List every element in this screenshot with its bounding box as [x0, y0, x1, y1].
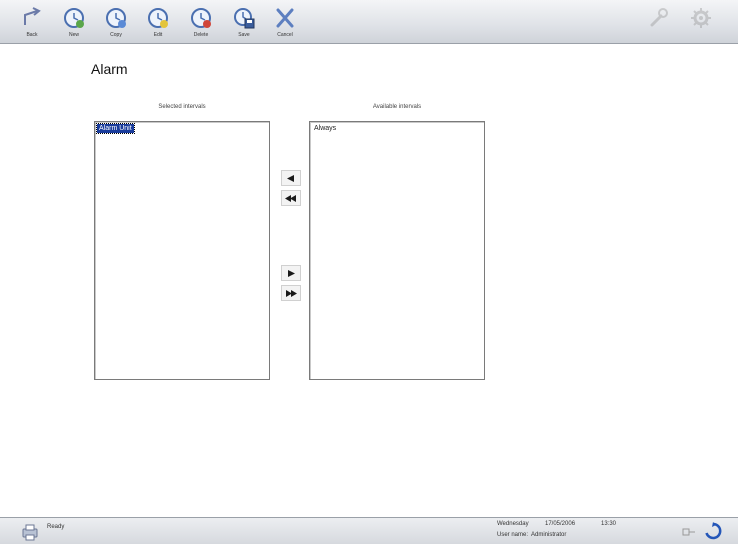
selected-list-caption: Selected intervals — [158, 104, 206, 110]
list-item[interactable]: Always — [312, 124, 338, 133]
delete-label: Delete — [193, 32, 209, 38]
arrow-right-icon — [288, 269, 295, 277]
toolbar: Back New Copy Edit Delete Save Cancel — [0, 0, 738, 44]
edit-label: Edit — [153, 32, 163, 38]
connection-icon — [682, 528, 695, 536]
double-arrow-right-icon — [286, 289, 297, 297]
tools-button[interactable] — [640, 2, 676, 42]
user-name-value: Administrator — [531, 532, 567, 538]
status-day: Wednesday — [497, 521, 529, 527]
delete-button[interactable]: Delete — [183, 2, 219, 42]
back-button[interactable]: Back — [14, 2, 50, 42]
copy-button[interactable]: Copy — [98, 2, 134, 42]
cancel-button[interactable]: Cancel — [267, 2, 303, 42]
available-list-caption: Available intervals — [372, 104, 422, 110]
status-bar: Ready Wednesday 17/05/2006 13:30 User na… — [0, 517, 738, 544]
clock-edit-icon — [148, 8, 168, 28]
available-intervals-list[interactable]: Always — [309, 121, 485, 380]
new-label: New — [68, 32, 79, 38]
clock-save-icon — [234, 8, 255, 29]
arrow-left-icon — [287, 174, 294, 182]
close-x-icon — [276, 8, 294, 28]
cancel-label: Cancel — [277, 32, 293, 38]
gear-icon — [691, 8, 711, 28]
clock-delete-icon — [191, 8, 211, 28]
wrench-icon — [650, 8, 668, 27]
back-arrow-icon — [24, 7, 41, 25]
clock-new-icon — [64, 8, 84, 28]
refresh-icon[interactable] — [704, 522, 722, 540]
move-left-button[interactable] — [281, 170, 301, 186]
page-title: Alarm — [91, 61, 128, 77]
printer-icon — [22, 524, 38, 541]
edit-button[interactable]: Edit — [140, 2, 176, 42]
copy-label: Copy — [110, 32, 122, 38]
back-label: Back — [26, 32, 38, 38]
status-time: 13:30 — [601, 521, 617, 527]
settings-button[interactable] — [683, 2, 719, 42]
new-button[interactable]: New — [56, 2, 92, 42]
clock-copy-icon — [106, 8, 126, 28]
selected-intervals-list[interactable]: Alarm Unit — [94, 121, 270, 380]
move-all-right-button[interactable] — [281, 285, 301, 301]
user-name-label: User name: — [497, 532, 529, 538]
move-all-left-button[interactable] — [281, 190, 301, 206]
list-item[interactable]: Alarm Unit — [96, 123, 135, 134]
double-arrow-left-icon — [285, 194, 296, 202]
save-button[interactable]: Save — [226, 2, 262, 42]
save-label: Save — [238, 32, 250, 38]
move-right-button[interactable] — [281, 265, 301, 281]
status-message: Ready — [47, 524, 65, 530]
status-date: 17/05/2006 — [545, 521, 576, 527]
